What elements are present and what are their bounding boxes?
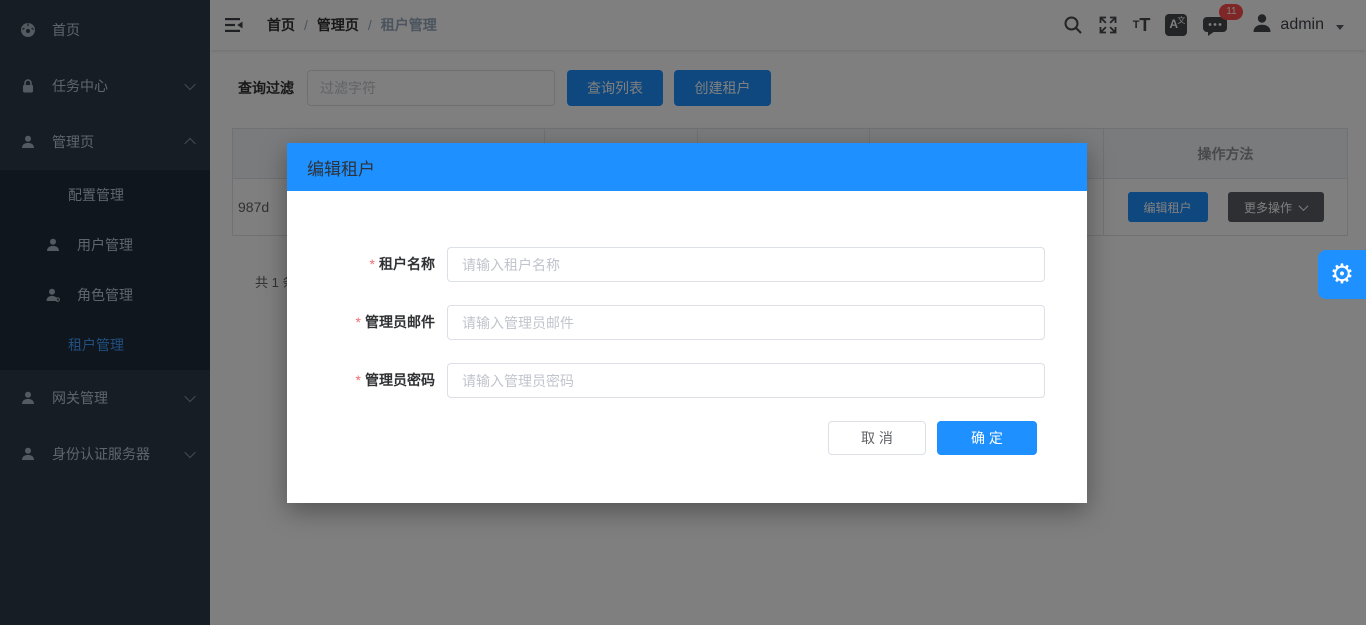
tenant-name-input[interactable] <box>447 247 1045 282</box>
admin-email-input[interactable] <box>447 305 1045 340</box>
form-row-tenant-name: *租户名称 <box>287 247 1087 282</box>
form-row-admin-email: *管理员邮件 <box>287 305 1087 340</box>
modal-title: 编辑租户 <box>307 155 375 180</box>
modal-header: 编辑租户 <box>287 143 1087 191</box>
required-mark: * <box>370 256 375 272</box>
form-row-admin-password: *管理员密码 <box>287 363 1087 398</box>
cancel-button[interactable]: 取 消 <box>828 421 926 455</box>
required-mark: * <box>356 314 361 330</box>
settings-drawer-button[interactable]: ⚙ <box>1318 250 1366 299</box>
modal-footer: 取 消 确 定 <box>828 421 1037 455</box>
gear-icon: ⚙ <box>1330 259 1354 290</box>
required-mark: * <box>356 372 361 388</box>
admin-password-input[interactable] <box>447 363 1045 398</box>
edit-tenant-modal: 编辑租户 *租户名称 *管理员邮件 *管理员密码 取 消 确 定 <box>287 143 1087 503</box>
field-label: *管理员邮件 <box>287 305 435 340</box>
confirm-button[interactable]: 确 定 <box>937 421 1037 455</box>
field-label: *租户名称 <box>287 247 435 282</box>
field-label: *管理员密码 <box>287 363 435 398</box>
